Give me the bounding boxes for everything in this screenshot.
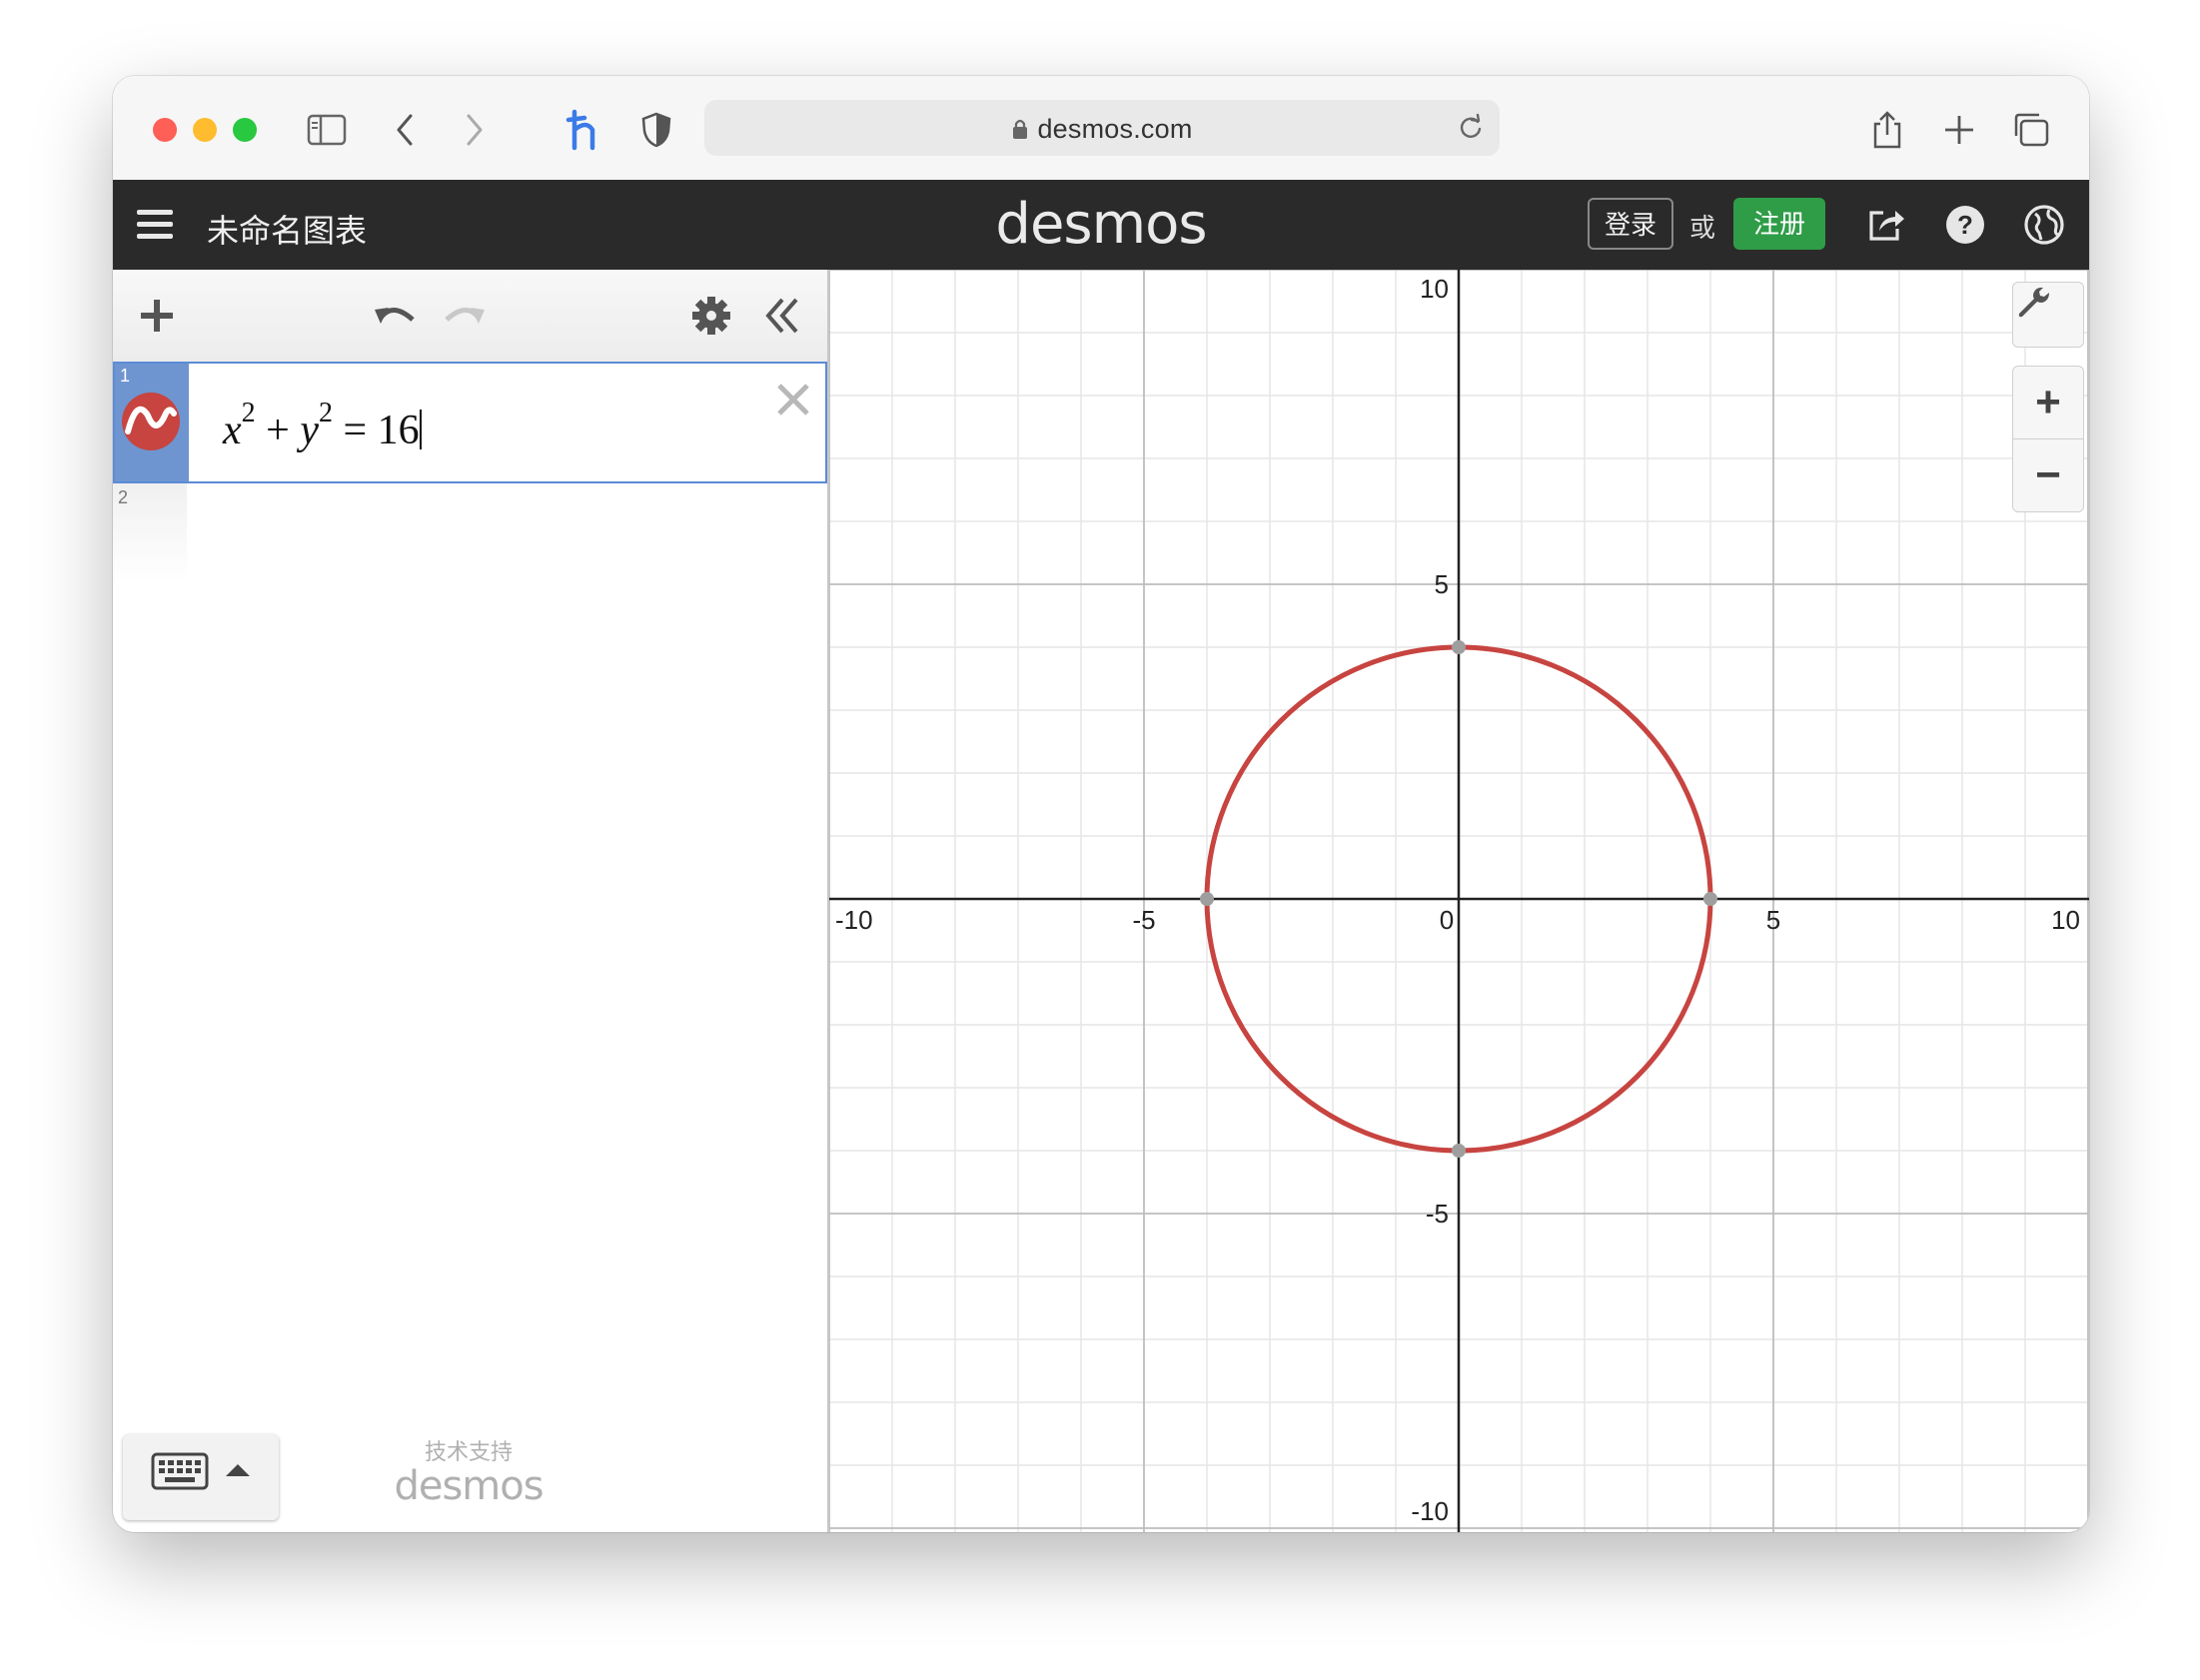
point-of-interest <box>1452 640 1466 654</box>
undo-icon[interactable] <box>369 290 421 342</box>
lock-icon <box>1011 117 1029 148</box>
wrench-icon <box>2018 287 2049 318</box>
back-icon[interactable] <box>381 106 429 154</box>
color-style-icon[interactable] <box>121 392 181 451</box>
x-tick-label: -10 <box>835 905 873 935</box>
powered-by-text: 技术支持 <box>424 1439 513 1464</box>
add-icon[interactable] <box>131 290 183 342</box>
point-of-interest <box>1452 1144 1466 1158</box>
zoom-out-label: − <box>2035 450 2061 499</box>
powered-by[interactable]: 技术支持 desmos <box>389 1434 549 1506</box>
expression-gutter: 1 <box>115 364 189 481</box>
delete-expression-icon[interactable] <box>771 378 815 421</box>
expression-toolbar <box>113 270 827 363</box>
zoom-out-button[interactable]: − <box>2012 438 2084 512</box>
login-button[interactable]: 登录 <box>1588 198 1673 250</box>
expression-panel: 1 x2 + y2 = 16 2 技术支持 desmos <box>113 270 829 1532</box>
x-tick-label: 10 <box>2051 905 2080 935</box>
graph-paper[interactable]: -10 -5 0 5 10 10 5 -5 -10 + − <box>829 270 2089 1532</box>
zoom-in-button[interactable]: + <box>2012 366 2084 439</box>
settings-gear-icon[interactable] <box>685 290 737 342</box>
new-tab-icon[interactable] <box>1935 106 1983 154</box>
svg-text:?: ? <box>1957 210 1973 240</box>
expression-input[interactable]: x2 + y2 = 16 <box>223 398 422 454</box>
minimize-window-button[interactable] <box>193 118 217 142</box>
expression-index: 2 <box>118 487 129 507</box>
collapse-panel-icon[interactable] <box>756 290 808 342</box>
url-text: desmos.com <box>1037 114 1193 144</box>
extension-h-icon[interactable] <box>560 106 608 154</box>
powered-by-logo: desmos <box>394 1463 544 1509</box>
point-of-interest <box>1200 892 1214 906</box>
forward-icon[interactable] <box>451 106 499 154</box>
x-tick-label: -5 <box>1132 905 1155 935</box>
expression-index: 1 <box>120 366 131 386</box>
expression-gutter: 2 <box>113 483 187 583</box>
keyboard-icon <box>151 1452 250 1490</box>
x-tick-label: 0 <box>1440 905 1454 935</box>
shield-icon[interactable] <box>632 106 680 154</box>
graph-canvas[interactable]: -10 -5 0 5 10 10 5 -5 -10 <box>829 270 2089 1532</box>
close-window-button[interactable] <box>153 118 177 142</box>
empty-expression-row[interactable]: 2 <box>113 483 827 583</box>
language-globe-icon[interactable] <box>2021 202 2067 248</box>
expression-row[interactable]: 1 x2 + y2 = 16 <box>113 362 827 483</box>
x-tick-label: 5 <box>1766 905 1780 935</box>
or-label: 或 <box>1689 213 1716 243</box>
help-icon[interactable]: ? <box>1942 202 1988 248</box>
sidebar-icon[interactable] <box>303 106 351 154</box>
zoom-window-button[interactable] <box>233 118 257 142</box>
y-tick-label: -5 <box>1426 1199 1449 1229</box>
point-of-interest <box>1703 892 1717 906</box>
graph-settings-button[interactable] <box>2012 282 2084 348</box>
share-graph-icon[interactable] <box>1863 202 1909 248</box>
y-tick-label: 10 <box>1420 274 1449 304</box>
zoom-in-label: + <box>2035 378 2061 426</box>
y-tick-label: -10 <box>1411 1496 1449 1526</box>
desmos-header: 未命名图表 desmos 登录 或 注册 ? <box>113 180 2089 270</box>
tabs-icon[interactable] <box>2007 106 2055 154</box>
keyboard-toggle-button[interactable] <box>123 1434 279 1520</box>
browser-window: desmos.com 未命名图表 desmos 登录 或 注册 ? 1 x2 +… <box>113 76 2089 1532</box>
signup-button[interactable]: 注册 <box>1733 198 1825 250</box>
y-tick-label: 5 <box>1435 569 1449 599</box>
redo-icon[interactable] <box>439 290 491 342</box>
browser-toolbar: desmos.com <box>113 76 2089 181</box>
reload-icon[interactable] <box>1456 112 1486 147</box>
share-icon[interactable] <box>1863 106 1911 154</box>
address-bar[interactable]: desmos.com <box>704 100 1500 156</box>
